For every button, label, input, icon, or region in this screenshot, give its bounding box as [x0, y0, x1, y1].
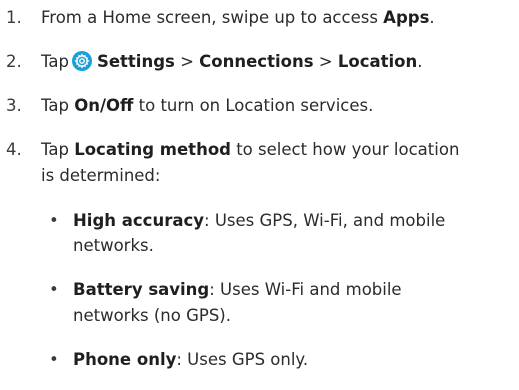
step-number: 4. [6, 140, 22, 159]
bullet-bold-term: Battery saving [73, 280, 210, 299]
bullet-text: High accuracy: Uses GPS, Wi-Fi, and mobi… [73, 210, 445, 232]
step-text-suffix: . [417, 52, 423, 71]
bullet-text: Phone only: Uses GPS only. [73, 349, 308, 371]
step-text: Tap Locating method to select how your l… [41, 139, 459, 161]
bullet-text: Battery saving: Uses Wi-Fi and mobile [73, 279, 402, 301]
step-text: Tap On/Off to turn on Location services. [41, 95, 373, 117]
path-separator: > [174, 52, 200, 71]
bullet-text-line1: : Uses GPS only. [176, 350, 309, 369]
step-text-suffix: to turn on Location services. [133, 96, 374, 115]
bullet-bold-term: High accuracy [73, 211, 205, 230]
step-text-prefix: Tap [41, 52, 69, 71]
settings-gear-icon [71, 51, 92, 71]
instructions-document: 1. From a Home screen, swipe up to acces… [0, 0, 519, 390]
bullet-text-line1: : Uses Wi-Fi and mobile [209, 280, 402, 299]
step-number: 1. [6, 8, 22, 27]
location-term: Location [337, 52, 418, 71]
bullet-bold-term: Phone only [73, 350, 177, 369]
settings-term: Settings [96, 52, 175, 71]
step-text-suffix: . [429, 8, 435, 27]
step-bold-term: On/Off [74, 96, 134, 115]
step-bold-term: Apps [383, 8, 430, 27]
bullet-text-line2: networks. [73, 236, 154, 255]
bullet-marker: • [49, 211, 59, 230]
step-text-suffix: to select how your location [230, 140, 460, 159]
path-separator: > [313, 52, 338, 71]
connections-term: Connections [199, 52, 314, 71]
bullet-marker: • [49, 350, 59, 369]
step-text: From a Home screen, swipe up to access A… [41, 7, 435, 29]
step-number: 2. [6, 52, 22, 71]
step-text-line2: is determined: [41, 166, 161, 185]
bullet-text-line2: networks (no GPS). [73, 306, 231, 325]
bullet-text-line1: : Uses GPS, Wi-Fi, and mobile [204, 211, 446, 230]
step-text: Tap Settings > Connections > Location. [41, 51, 422, 73]
step-text-prefix: From a Home screen, swipe up to access [41, 8, 384, 27]
step-number: 3. [6, 96, 22, 115]
bullet-marker: • [49, 280, 59, 299]
step-text-prefix: Tap [41, 140, 75, 159]
step-bold-term: Locating method [74, 140, 231, 159]
step-text-prefix: Tap [41, 96, 75, 115]
